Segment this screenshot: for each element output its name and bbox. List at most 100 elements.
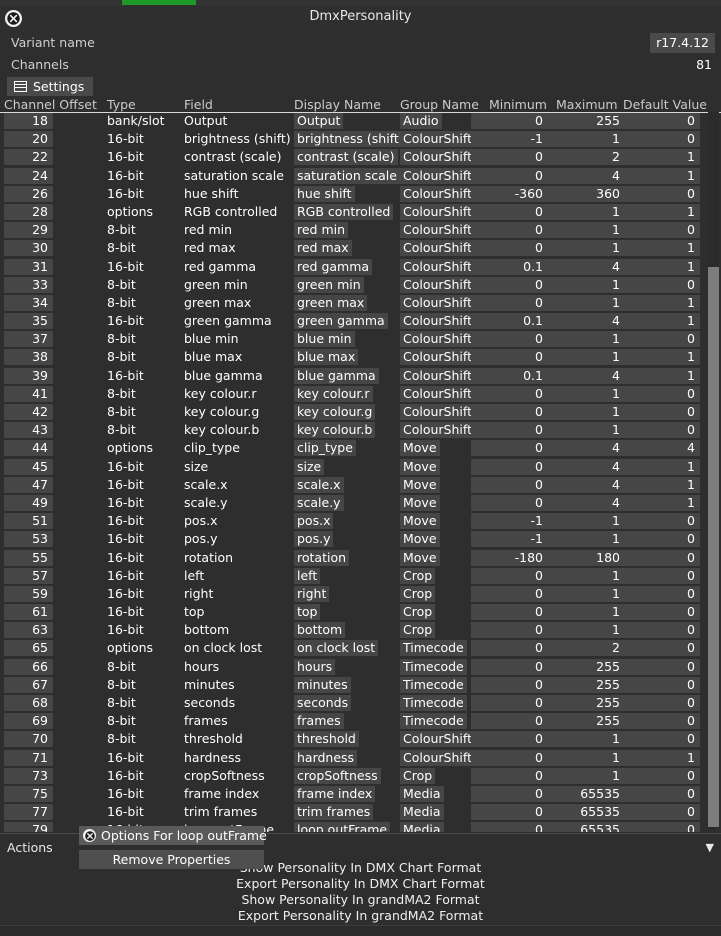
cell-field[interactable]: seconds: [184, 695, 294, 711]
cell-channel-offset[interactable]: 65: [4, 640, 53, 657]
cell-default-value[interactable]: 0: [623, 185, 700, 202]
cell-minimum[interactable]: 0: [471, 713, 548, 730]
cell-minimum[interactable]: 0: [471, 440, 548, 457]
cell-default-value[interactable]: 1: [623, 749, 700, 766]
cell-group-name[interactable]: Timecode: [400, 640, 467, 657]
cell-field[interactable]: hue shift: [184, 186, 294, 202]
cell-channel-offset[interactable]: 37: [4, 331, 53, 348]
cell-channel-offset[interactable]: 26: [4, 185, 53, 202]
table-row[interactable]: 33 8-bit green min green min ColourShift 0 1 0: [0, 276, 721, 295]
cell-type[interactable]: 16-bit: [107, 604, 185, 620]
cell-display-name[interactable]: key colour.g: [294, 404, 376, 420]
cell-maximum[interactable]: 1: [548, 349, 625, 366]
cell-minimum[interactable]: 0: [471, 113, 548, 129]
cell-type[interactable]: 16-bit: [107, 313, 185, 329]
cell-default-value[interactable]: 0: [623, 385, 700, 402]
cell-maximum[interactable]: 1: [548, 203, 625, 220]
table-row[interactable]: 66 8-bit hours hours Timecode 0 255 0: [0, 658, 721, 677]
cell-maximum[interactable]: 1: [548, 622, 625, 639]
cell-channel-offset[interactable]: 55: [4, 549, 53, 566]
variant-name-field[interactable]: r17.4.12: [650, 33, 715, 53]
cell-maximum[interactable]: 2: [548, 640, 625, 657]
cell-type[interactable]: 16-bit: [107, 568, 185, 584]
cell-field[interactable]: blue min: [184, 331, 294, 347]
cell-field[interactable]: key colour.r: [184, 386, 294, 402]
cell-type[interactable]: 16-bit: [107, 622, 185, 638]
cell-default-value[interactable]: 0: [623, 331, 700, 348]
cell-minimum[interactable]: 0: [471, 604, 548, 621]
cell-group-name[interactable]: ColourShift: [400, 367, 475, 384]
cell-minimum[interactable]: 0: [471, 422, 548, 439]
cell-type[interactable]: 8-bit: [107, 422, 185, 438]
cell-field[interactable]: top: [184, 604, 294, 620]
cell-display-name[interactable]: saturation scale: [294, 167, 400, 184]
cell-type[interactable]: 8-bit: [107, 404, 185, 420]
cell-minimum[interactable]: -360: [471, 185, 548, 202]
cell-maximum[interactable]: 360: [548, 185, 625, 202]
cell-type[interactable]: 8-bit: [107, 659, 185, 675]
cell-minimum[interactable]: 0: [471, 476, 548, 493]
cell-default-value[interactable]: 0: [623, 131, 700, 148]
cell-field[interactable]: rotation: [184, 550, 294, 566]
cell-default-value[interactable]: 0: [623, 513, 700, 530]
table-row[interactable]: 37 8-bit blue min blue min ColourShift 0 1 0: [0, 331, 721, 349]
cell-maximum[interactable]: 4: [548, 167, 625, 184]
cell-field[interactable]: RGB controlled: [184, 204, 294, 220]
cell-type[interactable]: options: [107, 640, 185, 656]
cell-group-name[interactable]: Crop: [400, 767, 436, 784]
cell-field[interactable]: trim frames: [184, 804, 294, 820]
cell-field[interactable]: left: [184, 568, 294, 584]
cell-group-name[interactable]: Media: [400, 822, 444, 832]
cell-field[interactable]: scale.y: [184, 495, 294, 511]
cell-type[interactable]: 8-bit: [107, 240, 185, 256]
cell-group-name[interactable]: Crop: [400, 622, 436, 639]
table-row[interactable]: 39 16-bit blue gamma blue gamma ColourShift 0…: [0, 367, 721, 386]
cell-field[interactable]: threshold: [184, 731, 294, 747]
cell-channel-offset[interactable]: 22: [4, 149, 53, 166]
cell-group-name[interactable]: ColourShift: [400, 131, 475, 148]
cell-field[interactable]: scale.x: [184, 477, 294, 493]
cell-minimum[interactable]: 0: [471, 731, 548, 748]
cell-field[interactable]: cropSoftness: [184, 768, 294, 784]
cell-field[interactable]: brightness (shift): [184, 131, 294, 147]
cell-group-name[interactable]: ColourShift: [400, 313, 475, 330]
cell-channel-offset[interactable]: 29: [4, 222, 53, 239]
action-menu-item[interactable]: Export Personality In grandMA2 Format: [0, 908, 721, 924]
remove-properties-button[interactable]: Remove Properties: [79, 850, 264, 869]
cell-default-value[interactable]: 1: [623, 313, 700, 330]
cell-display-name[interactable]: threshold: [294, 731, 359, 748]
cell-minimum[interactable]: 0: [471, 349, 548, 366]
cell-default-value[interactable]: 0: [623, 695, 700, 711]
cell-field[interactable]: pos.x: [184, 513, 294, 529]
cell-default-value[interactable]: 4: [623, 440, 700, 457]
cell-group-name[interactable]: Timecode: [400, 658, 467, 675]
cell-display-name[interactable]: blue min: [294, 331, 355, 348]
cell-default-value[interactable]: 0: [623, 713, 700, 730]
cell-type[interactable]: options: [107, 440, 185, 456]
cell-display-name[interactable]: green max: [294, 294, 368, 311]
cell-display-name[interactable]: red max: [294, 240, 352, 257]
cell-type[interactable]: 16-bit: [107, 513, 185, 529]
cell-default-value[interactable]: 0: [623, 822, 700, 832]
cell-field[interactable]: size: [184, 459, 294, 475]
cell-channel-offset[interactable]: 61: [4, 604, 53, 621]
cell-channel-offset[interactable]: 39: [4, 367, 53, 384]
cell-display-name[interactable]: hardness: [294, 749, 358, 766]
table-row[interactable]: 73 16-bit cropSoftness cropSoftness Crop 0 1 0: [0, 767, 721, 786]
cell-display-name[interactable]: rotation: [294, 549, 350, 566]
cell-default-value[interactable]: 0: [623, 549, 700, 566]
cell-type[interactable]: bank/slot: [107, 113, 185, 129]
cell-display-name[interactable]: Output: [294, 113, 344, 129]
cell-type[interactable]: options: [107, 204, 185, 220]
cell-minimum[interactable]: 0: [471, 585, 548, 602]
cell-channel-offset[interactable]: 31: [4, 258, 53, 275]
cell-minimum[interactable]: 0: [471, 294, 548, 311]
cell-group-name[interactable]: ColourShift: [400, 422, 475, 439]
cell-group-name[interactable]: Crop: [400, 604, 436, 621]
cell-default-value[interactable]: 1: [623, 203, 700, 220]
cell-maximum[interactable]: 1: [548, 567, 625, 584]
cell-type[interactable]: 16-bit: [107, 531, 185, 547]
cell-maximum[interactable]: 4: [548, 440, 625, 457]
cell-type[interactable]: 16-bit: [107, 586, 185, 602]
cell-display-name[interactable]: pos.y: [294, 531, 334, 548]
